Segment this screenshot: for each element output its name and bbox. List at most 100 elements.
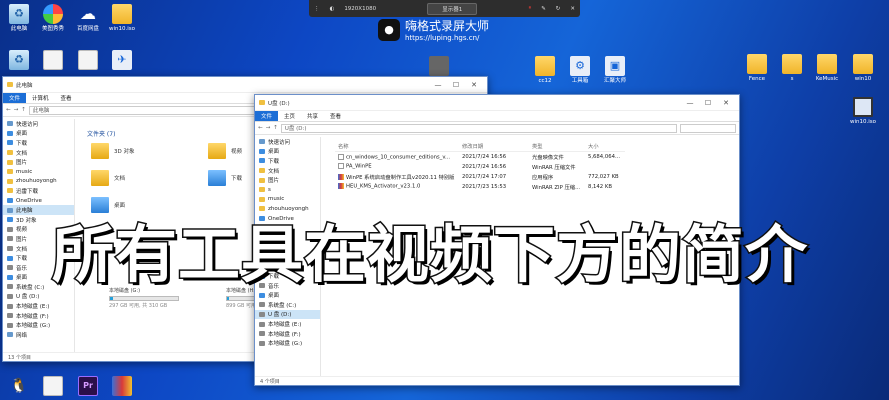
pin-icon[interactable]: ⋮ — [309, 6, 325, 12]
tab-home[interactable]: 主页 — [278, 111, 301, 121]
desktop-icon[interactable]: ✈ — [103, 50, 141, 72]
sidebar-item[interactable]: 本地磁盘 (F:) — [3, 311, 74, 321]
sidebar-item[interactable]: 下载 — [255, 156, 320, 166]
desktop-icon[interactable]: Fence — [738, 54, 776, 83]
sidebar-item[interactable]: 迅雷下载 — [3, 186, 74, 196]
desktop-icon[interactable]: ▣ 汇聚大师 — [596, 56, 634, 85]
desktop-icon[interactable]: KeMusic — [808, 54, 846, 83]
folder-tile[interactable]: 视频 — [208, 143, 242, 159]
sidebar-item-label: 快速访问 — [16, 121, 39, 128]
desktop-icon-label: 工具箱 — [571, 78, 589, 84]
file-name: PA_WinPE — [335, 162, 459, 172]
sidebar-item[interactable]: s — [255, 185, 320, 195]
sidebar-item[interactable]: zhouhuoyongh — [3, 177, 74, 187]
title-bar[interactable]: 此电脑 — ☐ ✕ — [3, 77, 487, 93]
file-row[interactable]: HEU_KMS_Activator_v23.1.0 2021/7/23 15:53… — [335, 182, 625, 192]
sidebar-item[interactable]: 图片 — [3, 157, 74, 167]
sidebar-item[interactable]: 本地磁盘 (E:) — [255, 319, 320, 329]
desktop-icon[interactable]: s — [773, 54, 811, 83]
column-date[interactable]: 修改日期 — [459, 141, 529, 152]
up-arrow-icon[interactable]: ↑ — [273, 125, 278, 131]
minimize-button[interactable]: — — [429, 81, 447, 89]
file-row[interactable]: cn_windows_10_consumer_editions_v... 2021… — [335, 152, 625, 162]
tab-file[interactable]: 文件 — [255, 111, 279, 121]
sidebar-item[interactable]: 桌面 — [3, 129, 74, 139]
sidebar-item[interactable]: 文档 — [3, 148, 74, 158]
sidebar-item[interactable]: 下载 — [3, 138, 74, 148]
desktop-icon[interactable]: ☁ 百度网盘 — [69, 4, 107, 33]
desktop-icon[interactable]: ♻ 此电脑 — [0, 4, 38, 33]
sidebar-item[interactable]: 图片 — [255, 175, 320, 185]
sidebar-item[interactable]: U 盘 (D:) — [255, 309, 320, 320]
search-input[interactable] — [680, 123, 736, 133]
desktop-icon[interactable]: win10 — [844, 54, 882, 83]
title-bar[interactable]: U盘 (D:) — ☐ ✕ — [255, 95, 739, 111]
tab-file[interactable]: 文件 — [3, 93, 27, 103]
desktop-icon[interactable] — [34, 50, 72, 72]
maximize-button[interactable]: ☐ — [699, 99, 717, 107]
sidebar-item[interactable]: 本地磁盘 (E:) — [3, 301, 74, 311]
tab-view[interactable]: 查看 — [55, 93, 78, 103]
desktop-icon[interactable]: Pr — [69, 376, 107, 398]
sidebar-item[interactable]: 快速访问 — [255, 137, 320, 147]
column-type[interactable]: 类型 — [529, 141, 585, 152]
color-wheel-icon — [43, 4, 63, 24]
folder-icon — [7, 226, 13, 232]
maximize-button[interactable]: ☐ — [447, 81, 465, 89]
minimize-button[interactable]: — — [681, 99, 699, 107]
half-circle-icon[interactable]: ◐ — [325, 6, 340, 12]
file-size: 8,142 KB — [585, 182, 625, 192]
sidebar-item[interactable]: 桌面 — [255, 147, 320, 157]
sidebar-item[interactable]: 本地磁盘 (G:) — [3, 320, 74, 330]
sidebar-item-label: 快速访问 — [268, 139, 291, 146]
folder-label: 3D 对象 — [114, 149, 135, 155]
file-row[interactable]: WinPE 系统启动盘制作工具v2020.11 特别版 2021/7/24 17:… — [335, 172, 625, 182]
desktop-icon[interactable]: win10.iso — [844, 97, 882, 126]
column-name[interactable]: 名称 — [335, 141, 459, 152]
close-button[interactable]: ✕ — [465, 81, 483, 89]
desktop-icon[interactable] — [69, 50, 107, 72]
desktop-icon[interactable]: win10.iso — [103, 4, 141, 33]
back-arrow-icon[interactable]: ← — [258, 125, 263, 131]
tab-view[interactable]: 查看 — [324, 111, 347, 121]
sidebar-item[interactable]: 系统盘 (C:) — [255, 300, 320, 310]
address-bar[interactable]: U盘 (D:) — [280, 123, 677, 133]
sidebar-item[interactable]: 文档 — [255, 166, 320, 176]
up-arrow-icon[interactable]: ↑ — [21, 107, 26, 113]
sidebar-item[interactable]: 本地磁盘 (G:) — [255, 338, 320, 348]
desktop-icon[interactable]: 美图秀秀 — [34, 4, 72, 33]
desktop-icon[interactable] — [34, 376, 72, 398]
sidebar-item[interactable]: 快速访问 — [3, 119, 74, 129]
folder-icon — [91, 143, 109, 159]
pen-icon[interactable]: ✎ — [536, 6, 551, 12]
sidebar-item-label: 桌面 — [16, 131, 28, 138]
refresh-icon[interactable]: ↻ — [551, 6, 566, 12]
folder-icon — [259, 311, 265, 317]
close-button[interactable]: ✕ — [717, 99, 735, 107]
forward-arrow-icon[interactable]: → — [14, 107, 19, 113]
desktop-icon[interactable] — [420, 56, 458, 78]
folder-tile[interactable]: 文档 — [91, 170, 125, 186]
tab-computer[interactable]: 计算机 — [26, 93, 55, 103]
desktop-icon[interactable]: cc12 — [526, 56, 564, 85]
sidebar-item[interactable]: music — [255, 195, 320, 205]
close-icon[interactable]: ✕ — [565, 6, 580, 12]
sidebar-item[interactable]: 本地磁盘 (F:) — [255, 329, 320, 339]
file-date-text: 2021/7/24 17:07 — [462, 173, 507, 180]
tab-share[interactable]: 共享 — [301, 111, 324, 121]
record-stop-icon[interactable]: ⏸ — [523, 5, 536, 12]
sidebar-item-label: 网络 — [16, 332, 28, 339]
file-row[interactable]: PA_WinPE 2021/7/24 16:56 WinRAR 压缩文件 — [335, 162, 625, 172]
desktop-icon[interactable]: ♻ — [0, 50, 38, 72]
back-arrow-icon[interactable]: ← — [6, 107, 11, 113]
sidebar-item[interactable]: 网络 — [3, 330, 74, 340]
desktop-icon[interactable]: 🐧 — [0, 376, 38, 398]
monitor-select[interactable]: 显示器1 — [427, 2, 478, 15]
desktop-icon[interactable]: ⚙ 工具箱 — [561, 56, 599, 85]
folder-tile[interactable]: 3D 对象 — [91, 143, 134, 159]
desktop-icon[interactable] — [103, 376, 141, 398]
column-size[interactable]: 大小 — [585, 141, 625, 152]
folder-tile[interactable]: 下载 — [208, 170, 242, 186]
sidebar-item[interactable]: music — [3, 167, 74, 177]
forward-arrow-icon[interactable]: → — [266, 125, 271, 131]
